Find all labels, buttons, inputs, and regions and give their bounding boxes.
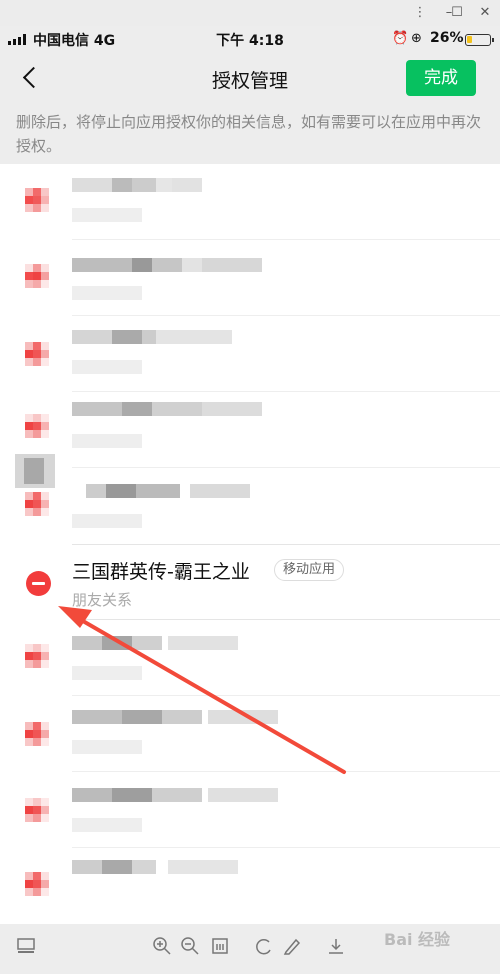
blurred-title bbox=[72, 258, 262, 272]
battery-percent: 26% bbox=[430, 30, 464, 46]
list-item-blurred bbox=[0, 772, 500, 848]
remove-button-blurred[interactable] bbox=[25, 188, 49, 212]
remove-button-blurred[interactable] bbox=[25, 342, 49, 366]
remove-button-blurred[interactable] bbox=[25, 798, 49, 822]
blurred-title bbox=[72, 636, 238, 650]
blurred-subtitle bbox=[72, 360, 142, 374]
window-maximize-button[interactable]: ☐ bbox=[448, 4, 466, 22]
list-item-blurred bbox=[0, 316, 500, 392]
download-icon[interactable] bbox=[326, 936, 346, 956]
blurred-title bbox=[72, 788, 278, 802]
app-name: 三国群英传-霸王之业 bbox=[72, 561, 250, 583]
blurred-title bbox=[72, 330, 232, 344]
remove-button-blurred[interactable] bbox=[25, 644, 49, 668]
app-permission: 朋友关系 bbox=[72, 591, 133, 609]
blurred-title bbox=[72, 710, 278, 724]
navigation-bar: 授权管理 完成 bbox=[0, 52, 500, 104]
blurred-subtitle bbox=[72, 740, 142, 754]
list-item-blurred bbox=[0, 240, 500, 316]
blurred-block bbox=[24, 458, 44, 484]
done-button[interactable]: 完成 bbox=[406, 60, 476, 96]
remove-button-blurred[interactable] bbox=[25, 414, 49, 438]
window-close-button[interactable]: ✕ bbox=[476, 4, 494, 22]
blurred-subtitle bbox=[72, 286, 142, 300]
battery-icon bbox=[465, 34, 494, 46]
list-item-blurred bbox=[0, 620, 500, 696]
app-type-badge: 移动应用 bbox=[274, 559, 345, 581]
blurred-subtitle bbox=[72, 818, 142, 832]
rotate-icon[interactable] bbox=[254, 936, 274, 956]
notice-text: 删除后，将停止向应用授权你的相关信息，如有需要可以在应用中再次授权。 bbox=[0, 104, 500, 164]
watermark-logo: Bai 经验 bbox=[384, 930, 451, 949]
remove-app-button[interactable] bbox=[26, 571, 51, 596]
remove-button-blurred[interactable] bbox=[25, 722, 49, 746]
list-item-blurred bbox=[0, 848, 500, 924]
blurred-subtitle bbox=[72, 514, 142, 528]
pen-icon[interactable] bbox=[282, 936, 302, 956]
remove-button-blurred[interactable] bbox=[25, 264, 49, 288]
fit-screen-icon[interactable] bbox=[210, 936, 230, 956]
status-time: 下午 4:18 bbox=[216, 33, 284, 49]
status-bar: 中国电信 4G 下午 4:18 ⏰ ⊕ 26% bbox=[0, 26, 500, 52]
alarm-icon: ⏰ bbox=[392, 31, 409, 46]
authorized-app-list: 三国群英传-霸王之业 移动应用 朋友关系 bbox=[0, 164, 500, 924]
blurred-title bbox=[72, 402, 262, 416]
blurred-subtitle bbox=[72, 666, 142, 680]
blurred-subtitle bbox=[72, 208, 142, 222]
zoom-in-icon[interactable] bbox=[152, 936, 172, 956]
list-item-blurred bbox=[0, 392, 500, 468]
window-menu-button[interactable]: ⋮ bbox=[411, 4, 429, 22]
list-item-blurred bbox=[0, 696, 500, 772]
blurred-title bbox=[72, 178, 202, 192]
list-item-blurred bbox=[0, 164, 500, 240]
blurred-subtitle bbox=[72, 434, 142, 448]
remove-button-blurred[interactable] bbox=[25, 872, 49, 896]
list-item-app: 三国群英传-霸王之业 移动应用 朋友关系 bbox=[0, 544, 500, 620]
remove-button-blurred[interactable] bbox=[25, 492, 49, 516]
zoom-out-icon[interactable] bbox=[180, 936, 200, 956]
window-titlebar: ⋮ – ☐ ✕ bbox=[0, 0, 500, 26]
blurred-title bbox=[86, 484, 262, 498]
rotation-lock-icon: ⊕ bbox=[411, 31, 422, 46]
blurred-title bbox=[72, 860, 238, 874]
layout-icon[interactable] bbox=[16, 936, 36, 956]
list-item-blurred bbox=[0, 454, 500, 544]
